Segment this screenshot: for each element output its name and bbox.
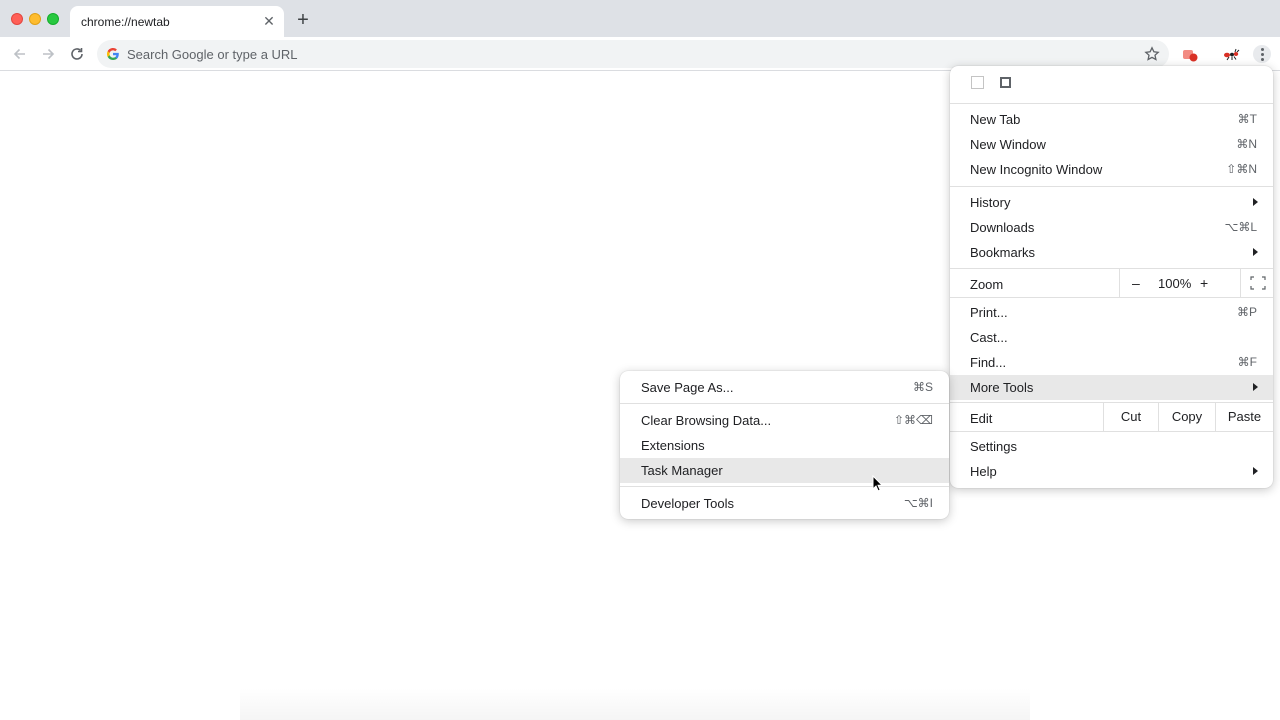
menu-item-label: Settings [970, 439, 1017, 454]
tab-close-icon[interactable]: ✕ [262, 14, 276, 28]
page-bottom-shadow [240, 688, 1030, 720]
window-tile-icon[interactable] [971, 76, 984, 89]
menu-item-label: Bookmarks [970, 245, 1036, 260]
more-tools-submenu: Save Page As... ⌘S Clear Browsing Data..… [620, 371, 949, 519]
menu-item-shortcut: ⌘S [912, 380, 933, 394]
menu-item-history[interactable]: History [950, 190, 1273, 215]
submenu-arrow-icon [1253, 248, 1258, 256]
menu-item-extensions[interactable]: Extensions [620, 433, 949, 458]
submenu-arrow-icon [1253, 198, 1258, 206]
fullscreen-icon [1250, 276, 1266, 290]
extension-icon[interactable] [1181, 46, 1199, 64]
menu-item-new-window[interactable]: New Window ⌘N [950, 132, 1273, 157]
menu-separator [950, 186, 1273, 187]
menu-item-label: Help [970, 464, 997, 479]
zoom-controls: – 100% + [1119, 269, 1273, 297]
menu-separator [620, 403, 949, 404]
menu-item-label: History [970, 195, 1011, 210]
tab-title: chrome://newtab [81, 15, 170, 29]
window-close-button[interactable] [11, 13, 23, 25]
new-tab-button[interactable]: + [294, 10, 312, 30]
zoom-row: Zoom – 100% + [950, 268, 1273, 298]
menu-item-shortcut: ⌘F [1237, 355, 1257, 369]
edit-label: Edit [970, 411, 993, 426]
menu-item-label: Find... [970, 355, 1007, 370]
menu-item-label: Save Page As... [641, 380, 734, 395]
menu-item-shortcut: ⌥⌘L [1224, 220, 1257, 234]
menu-item-downloads[interactable]: Downloads ⌥⌘L [950, 215, 1273, 240]
window-maximize-button[interactable] [47, 13, 59, 25]
menu-item-label: Extensions [641, 438, 705, 453]
omnibox[interactable]: Search Google or type a URL [97, 40, 1169, 68]
menu-item-label: More Tools [970, 380, 1034, 395]
menu-separator [620, 486, 949, 487]
menu-item-shortcut: ⌥⌘I [903, 496, 933, 510]
menu-item-label: Developer Tools [641, 496, 734, 511]
menu-item-developer-tools[interactable]: Developer Tools ⌥⌘I [620, 491, 949, 516]
fullscreen-button[interactable] [1240, 269, 1274, 297]
menu-item-label: Downloads [970, 220, 1035, 235]
menu-item-new-incognito-window[interactable]: New Incognito Window ⇧⌘N [950, 157, 1273, 182]
forward-button[interactable] [38, 44, 58, 64]
menu-item-cast[interactable]: Cast... [950, 325, 1273, 350]
reload-icon [71, 48, 83, 60]
chrome-menu-button[interactable] [1253, 45, 1271, 63]
menu-item-shortcut: ⌘T [1237, 112, 1257, 126]
menu-item-bookmarks[interactable]: Bookmarks [950, 240, 1273, 265]
menu-item-settings[interactable]: Settings [950, 434, 1273, 459]
menu-item-find[interactable]: Find... ⌘F [950, 350, 1273, 375]
menu-item-shortcut: ⇧⌘⌫ [893, 413, 933, 427]
window-square-icon[interactable] [1000, 77, 1011, 88]
back-arrow-icon [13, 48, 25, 60]
menu-item-shortcut: ⇧⌘N [1226, 162, 1257, 176]
dot-icon [1260, 57, 1264, 61]
omnibox-placeholder: Search Google or type a URL [127, 47, 298, 62]
tab-newtab[interactable]: chrome://newtab ✕ [70, 6, 284, 37]
zoom-label: Zoom [970, 277, 1004, 292]
menu-item-clear-browsing-data[interactable]: Clear Browsing Data... ⇧⌘⌫ [620, 408, 949, 433]
edit-row: Edit Cut Copy Paste [950, 402, 1273, 432]
chrome-main-menu: New Tab ⌘T New Window ⌘N New Incognito W… [950, 66, 1273, 488]
menu-item-label: Cast... [970, 330, 1008, 345]
menu-item-save-page-as[interactable]: Save Page As... ⌘S [620, 375, 949, 400]
bookmark-star-icon[interactable] [1144, 46, 1160, 62]
menu-item-more-tools[interactable]: More Tools [950, 375, 1273, 400]
menu-item-label: New Window [970, 137, 1046, 152]
menu-item-label: New Incognito Window [970, 162, 1103, 177]
back-button[interactable] [10, 44, 30, 64]
forward-arrow-icon [43, 48, 55, 60]
zoom-in-button[interactable]: + [1200, 275, 1208, 291]
menu-item-shortcut: ⌘P [1236, 305, 1257, 319]
menu-separator [950, 103, 1273, 104]
menu-item-task-manager[interactable]: Task Manager [620, 458, 949, 483]
reload-button[interactable] [67, 44, 87, 64]
menu-item-help[interactable]: Help [950, 459, 1273, 484]
menu-item-shortcut: ⌘N [1236, 137, 1257, 151]
tab-strip: chrome://newtab ✕ + [0, 0, 1280, 37]
menu-item-new-tab[interactable]: New Tab ⌘T [950, 107, 1273, 132]
window-minimize-button[interactable] [29, 13, 41, 25]
dot-icon [1260, 52, 1264, 56]
zoom-out-button[interactable]: – [1132, 275, 1140, 291]
menu-item-label: New Tab [970, 112, 1021, 127]
paste-button[interactable]: Paste [1215, 403, 1273, 431]
submenu-arrow-icon [1253, 383, 1258, 391]
ant-extension-icon[interactable] [1222, 46, 1240, 64]
menu-item-print[interactable]: Print... ⌘P [950, 300, 1273, 325]
menu-item-label: Task Manager [641, 463, 723, 478]
zoom-level: 100% [1158, 276, 1192, 291]
cut-button[interactable]: Cut [1103, 403, 1158, 431]
menu-item-label: Print... [970, 305, 1008, 320]
menu-item-label: Clear Browsing Data... [641, 413, 772, 428]
copy-button[interactable]: Copy [1158, 403, 1215, 431]
dot-icon [1260, 47, 1264, 51]
mouse-cursor-icon [872, 475, 884, 492]
submenu-arrow-icon [1253, 467, 1258, 475]
google-g-icon [107, 48, 119, 60]
